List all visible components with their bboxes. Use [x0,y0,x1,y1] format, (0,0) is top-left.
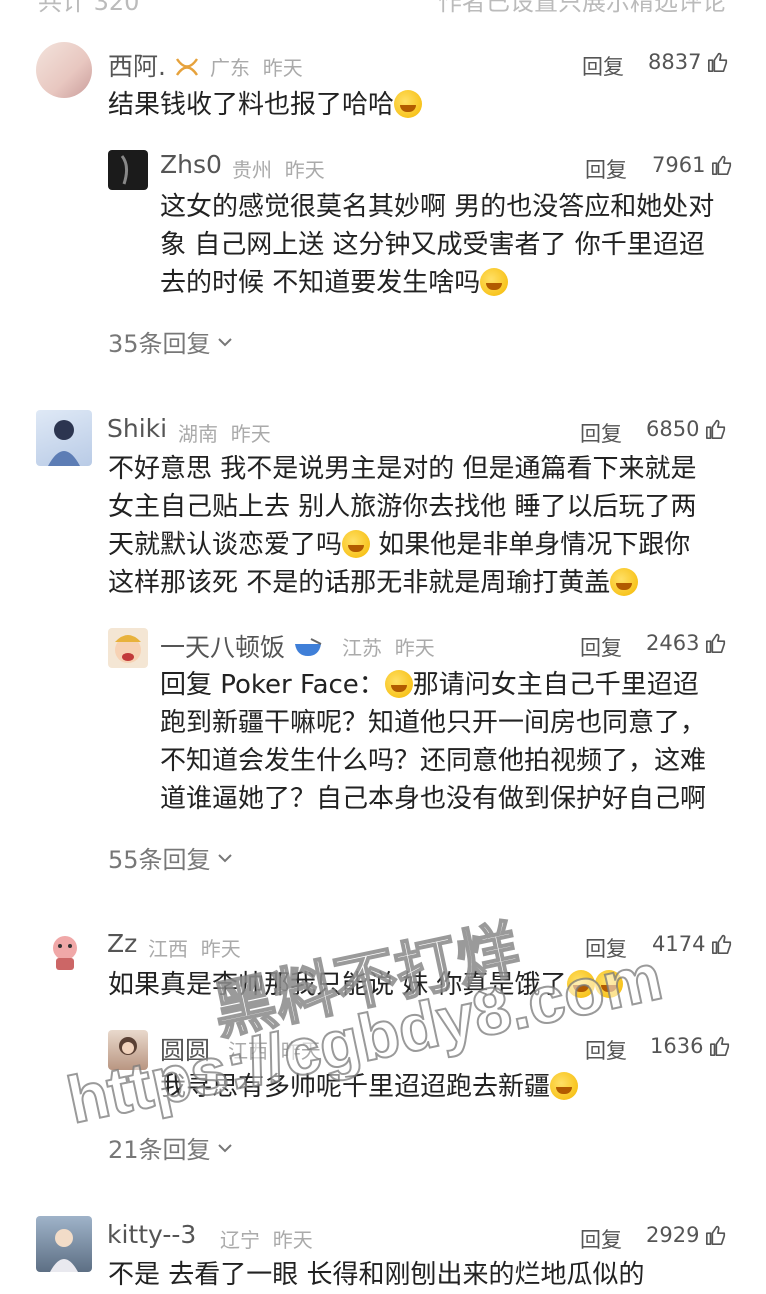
avatar[interactable] [108,1030,148,1070]
reply-text: 这女的感觉很莫名其妙啊 男的也没答应和她处对 象 自己网上送 这分钟又成受害者了… [160,192,715,298]
avatar[interactable] [36,1216,92,1272]
chevron-down-icon [217,1143,232,1152]
like-button[interactable]: 7961 [652,153,733,177]
reply-meta: 贵州 昨天 [232,158,325,182]
reply-author[interactable]: 圆圆 [160,1031,210,1067]
like-count: 2929 [646,1223,700,1247]
laugh-emoji-icon [394,90,423,118]
comment-text: 不是 去看了一眼 长得和刚刨出来的烂地瓜似的 [108,1260,645,1290]
reply-button[interactable]: 回复 [580,418,622,448]
comment-meta: 湖南 昨天 [178,422,271,446]
comment-meta: 辽宁 昨天 [220,1228,313,1252]
reply-button[interactable]: 回复 [580,1224,622,1254]
more-replies-link[interactable]: 21条回复 [108,1130,233,1165]
avatar[interactable] [36,42,92,98]
comment-text: 不好意思 我不是说男主是对的 但是通篇看下来就是 女主自己贴上去 别人旅游你去找… [108,454,697,598]
facepalm-emoji-icon [342,530,371,558]
more-replies-link[interactable]: 55条回复 [108,840,233,875]
reply-author[interactable]: 一天八顿饭 [160,628,323,664]
like-count: 8837 [648,50,702,74]
avatar[interactable] [36,410,92,466]
like-count: 7961 [652,153,706,177]
comment-count: 共计 320 [38,0,140,16]
reply-button[interactable]: 回复 [580,632,622,662]
thumbs-up-icon [712,934,732,954]
top-bar: 共计 320 作者已设置只展示精选评论 [0,0,766,16]
thumbs-up-icon [706,1225,726,1245]
comment-meta: 广东 昨天 [210,56,303,80]
reply-button[interactable]: 回复 [585,1035,627,1065]
thumbs-up-icon [708,52,728,72]
thumbs-up-icon [706,419,726,439]
facepalm-emoji-icon [610,568,639,596]
thumbs-up-icon [706,633,726,653]
badge-icon [175,58,198,76]
more-replies-link[interactable]: 35条回复 [108,324,233,359]
chevron-down-icon [217,337,232,346]
chevron-down-icon [217,853,232,862]
like-count: 2463 [646,631,700,655]
like-button[interactable]: 2463 [646,631,727,655]
reply-meta: 江西 昨天 [228,1039,321,1063]
reply-button[interactable]: 回复 [585,154,627,184]
crying-laughing-emoji-icon [480,268,509,296]
comment-author[interactable]: 西阿. [108,47,200,83]
facepalm-emoji-icon [384,670,413,698]
like-count: 6850 [646,417,700,441]
facepalm-emoji-icon [550,1072,579,1100]
like-count: 1636 [650,1034,704,1058]
reply-button[interactable]: 回复 [582,51,624,81]
reply-text: 我寻思有多帅呢千里迢迢跑去新疆 [160,1068,579,1106]
reply-author[interactable]: Zhs0 [160,150,222,179]
comment-author[interactable]: Zz [107,929,137,958]
comment-meta: 江西 昨天 [148,937,241,961]
like-button[interactable]: 6850 [646,417,727,441]
comment-text: 如果真是李帅那我只能说 妹 你真是饿了 [108,966,623,1004]
thumbs-up-icon [712,155,732,175]
reply-text: 回复 Poker Face： 那请问女主自己千里迢迢 跑到新疆干嘛呢？知道他只开一… [160,670,707,814]
thumbs-up-icon [710,1036,730,1056]
like-button[interactable]: 4174 [652,932,733,956]
comment-text: 结果钱收了料也报了哈哈 [108,86,423,124]
avatar[interactable] [108,150,148,190]
avatar[interactable] [40,926,90,976]
like-count: 4174 [652,932,706,956]
like-button[interactable]: 2929 [646,1223,727,1247]
facepalm-emoji-icon [566,970,595,998]
like-button[interactable]: 8837 [648,50,729,74]
like-button[interactable]: 1636 [650,1034,731,1058]
comment-author[interactable]: Shiki [107,414,167,443]
reply-meta: 江苏 昨天 [342,636,435,660]
bowl-icon [294,638,322,656]
hands-emoji-icon [594,970,623,998]
reply-button[interactable]: 回复 [585,933,627,963]
avatar[interactable] [108,628,148,668]
comment-author[interactable]: kitty--3 [107,1220,196,1249]
featured-notice: 作者已设置只展示精选评论 [438,0,726,16]
